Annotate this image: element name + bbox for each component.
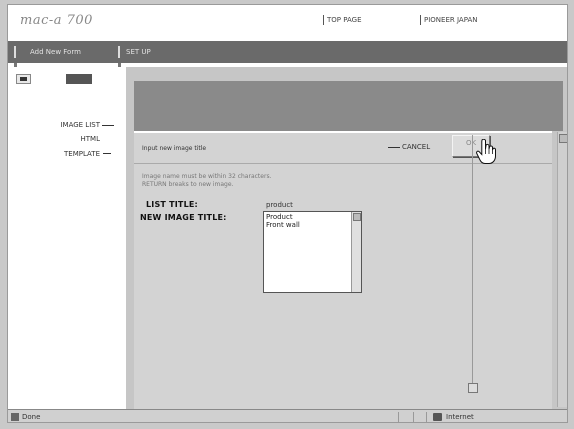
status-text: Done (22, 413, 41, 421)
pioneer-japan-link[interactable]: PIONEER JAPAN (420, 15, 478, 25)
tab-setup[interactable]: SET UP (118, 46, 151, 58)
browser-window: mac-a 700 TOP PAGE PIONEER JAPAN Add New… (7, 4, 568, 423)
status-divider (426, 412, 427, 422)
sidebar-item-image-list[interactable]: IMAGE LIST (22, 121, 100, 130)
scroll-down-icon[interactable] (468, 383, 478, 393)
status-bar: Done Internet (8, 409, 567, 422)
tab-add-new-form[interactable]: Add New Form (14, 46, 120, 58)
new-image-title-textarea[interactable]: Product Front wall (263, 211, 362, 293)
instruction-line: RETURN breaks to new image. (142, 181, 234, 188)
content-banner (134, 81, 563, 131)
sidebar-item-template[interactable]: TEMPLATE (12, 150, 100, 159)
new-image-title-panel: Input new image title CANCEL OK Image na… (134, 131, 552, 409)
square-icon (20, 77, 27, 81)
site-logo[interactable]: mac-a 700 (20, 13, 93, 28)
panel-header: Input new image title CANCEL OK (134, 133, 552, 164)
arrow-icon (103, 153, 111, 154)
panel-title: Input new image title (142, 145, 207, 152)
main-content: Input new image title CANCEL OK Image na… (126, 67, 567, 409)
list-title-value: product (266, 201, 293, 209)
page-scrollbar[interactable] (557, 132, 567, 407)
panel-scrollbar[interactable] (468, 133, 478, 393)
sidebar-tool-button[interactable] (16, 74, 31, 84)
scroll-track (472, 135, 473, 387)
textarea-line: Front wall (266, 221, 300, 229)
zone-label: Internet (446, 413, 474, 421)
status-divider (413, 412, 414, 422)
sidebar-item-html[interactable]: HTML (38, 135, 100, 144)
status-divider (398, 412, 399, 422)
internet-zone-icon (433, 413, 442, 421)
left-sidebar: IMAGE LIST HTML TEMPLATE (8, 67, 126, 407)
top-page-link[interactable]: TOP PAGE (323, 15, 362, 25)
scroll-up-icon[interactable] (353, 213, 361, 221)
arrow-icon (102, 125, 114, 126)
arrow-icon (388, 146, 400, 148)
list-title-label: LIST TITLE: (146, 200, 198, 209)
scroll-up-icon[interactable] (559, 134, 567, 143)
sidebar-tool-button-active[interactable] (66, 74, 92, 84)
textarea-line: Product (266, 213, 293, 221)
cancel-label: CANCEL (402, 143, 431, 151)
new-image-title-label: NEW IMAGE TITLE: (140, 213, 227, 222)
cancel-link[interactable]: CANCEL (388, 143, 430, 151)
hand-cursor-icon (476, 139, 496, 164)
page-icon (11, 413, 19, 421)
textarea-scrollbar[interactable] (351, 212, 361, 292)
main-nav-bar: Add New Form SET UP (8, 41, 567, 63)
instructions-text: Image name must be within 32 characters.… (142, 173, 402, 189)
site-header: mac-a 700 TOP PAGE PIONEER JAPAN (8, 5, 567, 39)
instruction-line: Image name must be within 32 characters. (142, 173, 272, 180)
